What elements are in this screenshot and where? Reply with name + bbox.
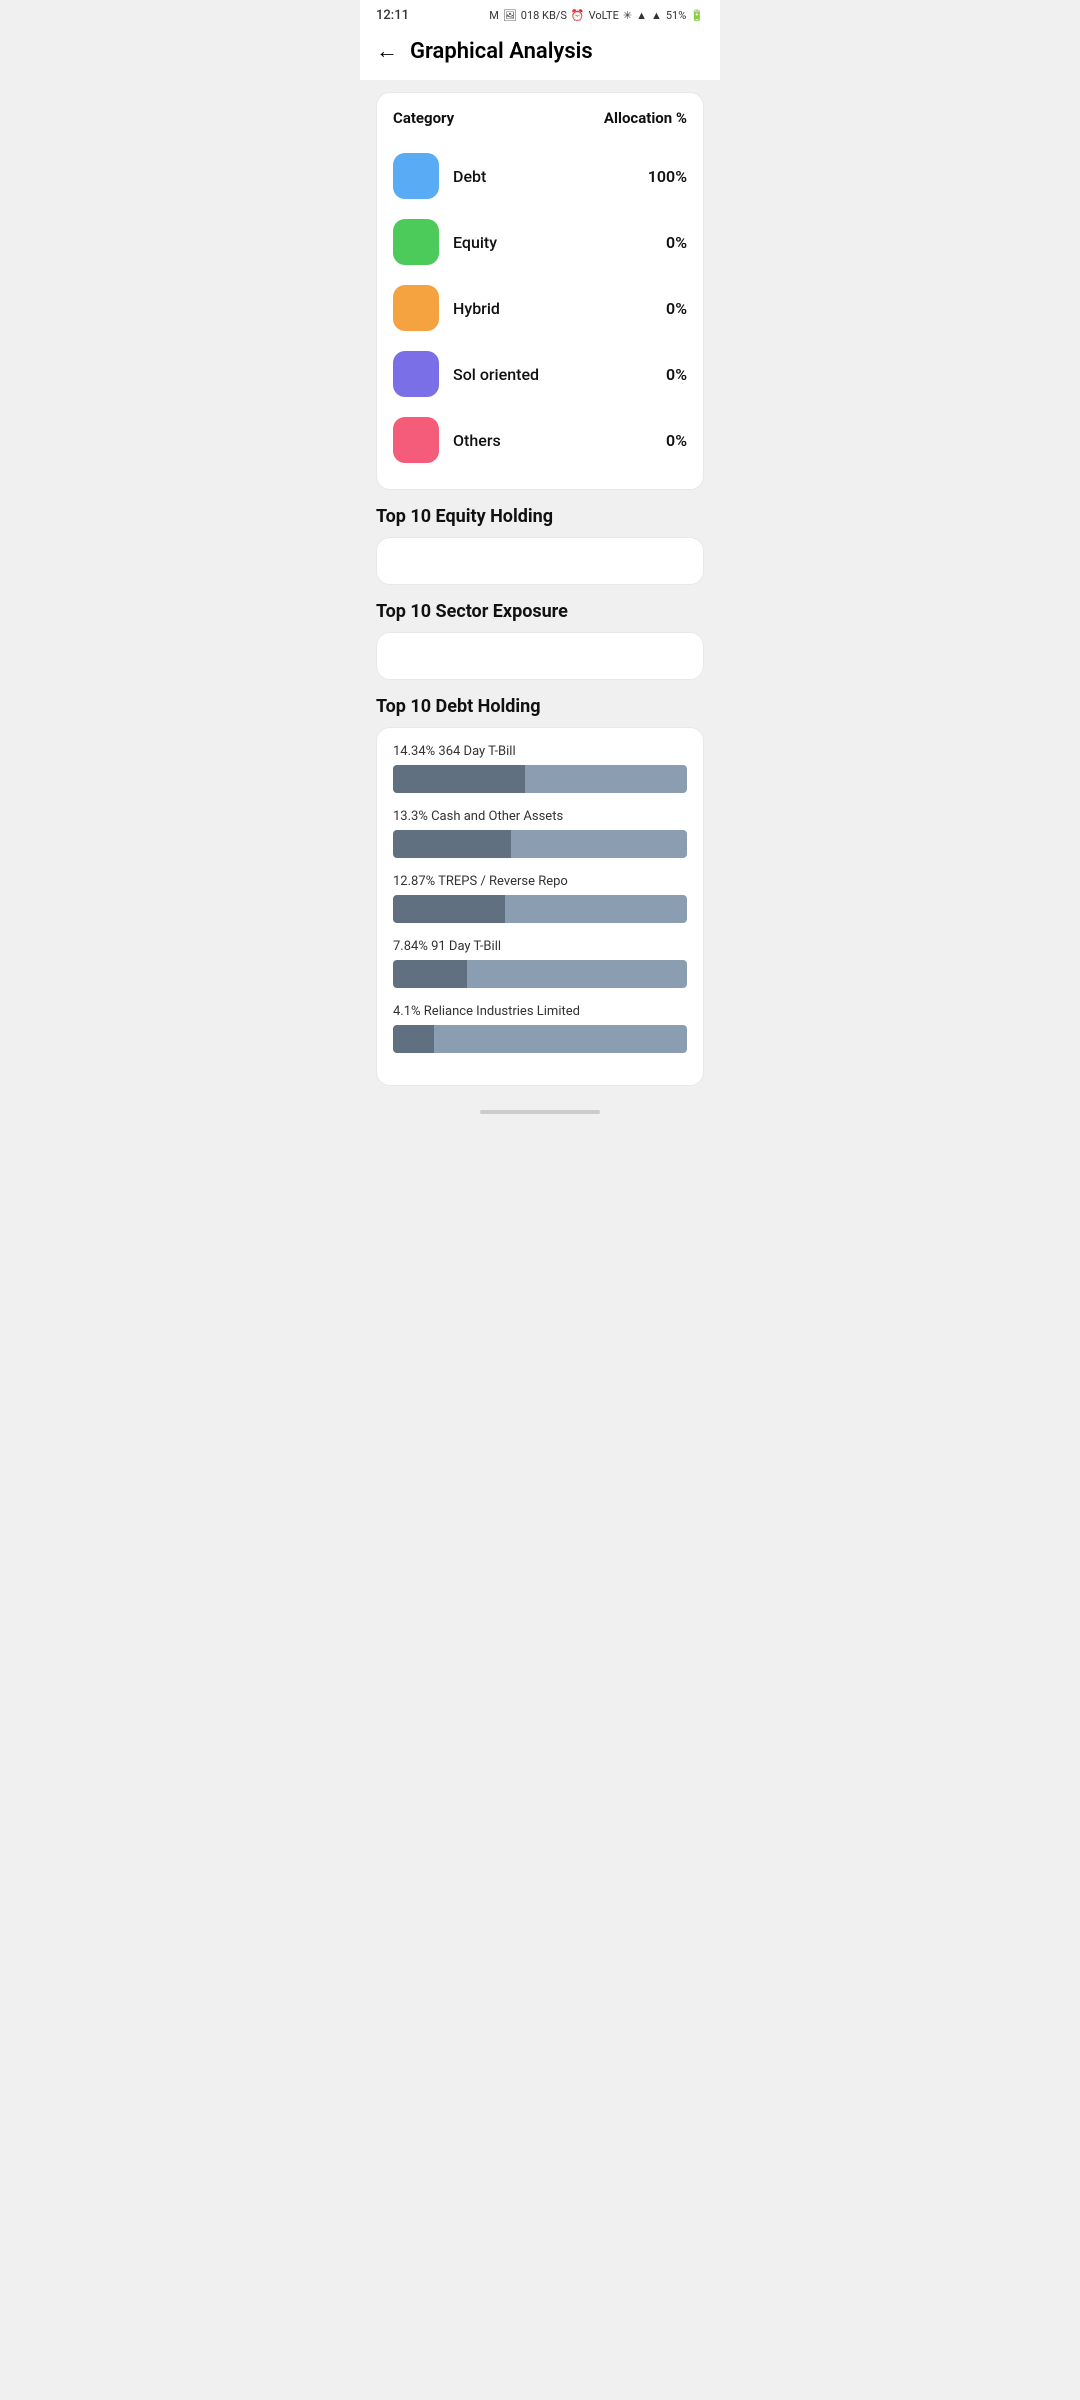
battery-icon: 🔋 [690, 9, 704, 22]
header: ← Graphical Analysis [360, 27, 720, 80]
page-title: Graphical Analysis [410, 39, 593, 64]
equity-section: Top 10 Equity Holding [376, 506, 704, 585]
debt-bar-item-3: 7.84% 91 Day T-Bill [393, 939, 687, 988]
debt-bar-item-1: 13.3% Cash and Other Assets [393, 809, 687, 858]
category-col-label: Category [393, 109, 454, 127]
category-header: Category Allocation % [393, 109, 687, 127]
category-card: Category Allocation % Debt 100% Equity 0… [376, 92, 704, 490]
main-content: Category Allocation % Debt 100% Equity 0… [360, 80, 720, 1134]
sol-swatch [393, 351, 439, 397]
equity-empty-card [376, 537, 704, 585]
others-swatch [393, 417, 439, 463]
debt-bar-label-1: 13.3% Cash and Other Assets [393, 809, 687, 824]
debt-bar-track-4 [393, 1025, 687, 1053]
wifi-icon: ▲ [636, 9, 647, 22]
debt-holdings-card: 14.34% 364 Day T-Bill 13.3% Cash and Othe… [376, 727, 704, 1086]
sol-pct: 0% [666, 365, 687, 384]
debt-label: Debt [453, 167, 486, 186]
signal-icon: ▲ [651, 9, 662, 22]
debt-swatch [393, 153, 439, 199]
category-row-equity: Equity 0% [393, 209, 687, 275]
debt-bar-fill-0 [393, 765, 525, 793]
debt-bar-item-2: 12.87% TREPS / Reverse Repo [393, 874, 687, 923]
category-row-hybrid: Hybrid 0% [393, 275, 687, 341]
equity-swatch [393, 219, 439, 265]
debt-bar-fill-4 [393, 1025, 434, 1053]
hybrid-label: Hybrid [453, 299, 500, 318]
data-speed: 018 KB/S [521, 9, 567, 22]
debt-section: Top 10 Debt Holding 14.34% 364 Day T-Bil… [376, 696, 704, 1086]
category-row-others: Others 0% [393, 407, 687, 473]
debt-bar-track-0 [393, 765, 687, 793]
debt-bar-label-2: 12.87% TREPS / Reverse Repo [393, 874, 687, 889]
status-icons: M 🖼 018 KB/S ⏰ VoLTE ✳ ▲ ▲ 51% 🔋 [489, 9, 704, 22]
equity-label: Equity [453, 233, 497, 252]
others-label: Others [453, 431, 501, 450]
sector-section-title: Top 10 Sector Exposure [376, 601, 704, 622]
debt-bar-label-3: 7.84% 91 Day T-Bill [393, 939, 687, 954]
debt-section-title: Top 10 Debt Holding [376, 696, 704, 717]
debt-bar-fill-2 [393, 895, 505, 923]
equity-pct: 0% [666, 233, 687, 252]
debt-bar-item-4: 4.1% Reliance Industries Limited [393, 1004, 687, 1053]
gmail-icon: M [489, 9, 499, 22]
debt-bar-fill-1 [393, 830, 511, 858]
debt-bar-fill-3 [393, 960, 467, 988]
debt-bar-track-2 [393, 895, 687, 923]
debt-bar-track-3 [393, 960, 687, 988]
debt-pct: 100% [648, 167, 687, 186]
scroll-bar [480, 1110, 600, 1114]
equity-section-title: Top 10 Equity Holding [376, 506, 704, 527]
hybrid-pct: 0% [666, 299, 687, 318]
category-row-sol: Sol oriented 0% [393, 341, 687, 407]
scroll-indicator [376, 1102, 704, 1122]
alarm-icon: ⏰ [571, 9, 585, 22]
volte-icon: VoLTE [589, 9, 619, 22]
sol-label: Sol oriented [453, 365, 539, 384]
others-pct: 0% [666, 431, 687, 450]
category-row-debt: Debt 100% [393, 143, 687, 209]
sector-empty-card [376, 632, 704, 680]
battery: 51% [666, 9, 686, 22]
image-icon: 🖼 [503, 9, 517, 22]
debt-bar-item-0: 14.34% 364 Day T-Bill [393, 744, 687, 793]
hybrid-swatch [393, 285, 439, 331]
sector-section: Top 10 Sector Exposure [376, 601, 704, 680]
debt-bar-label-0: 14.34% 364 Day T-Bill [393, 744, 687, 759]
status-bar: 12:11 M 🖼 018 KB/S ⏰ VoLTE ✳ ▲ ▲ 51% 🔋 [360, 0, 720, 27]
allocation-col-label: Allocation % [604, 109, 687, 127]
back-button[interactable]: ← [376, 41, 398, 63]
debt-bar-track-1 [393, 830, 687, 858]
time: 12:11 [376, 8, 409, 23]
bluetooth-icon: ✳ [623, 9, 632, 22]
debt-bar-label-4: 4.1% Reliance Industries Limited [393, 1004, 687, 1019]
